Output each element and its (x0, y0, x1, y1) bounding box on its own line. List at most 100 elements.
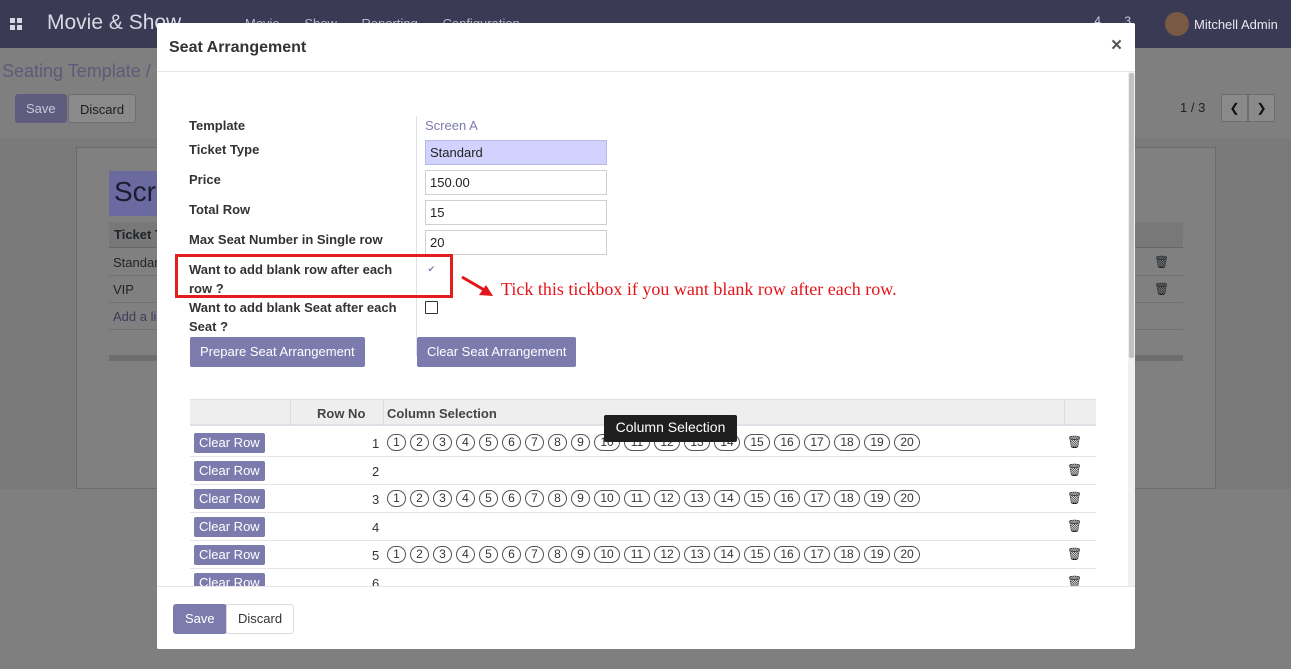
table-row[interactable]: Clear Row 2 🗑 (190, 457, 1096, 485)
seat-button[interactable]: 4 (456, 490, 475, 507)
row-number: 4 (372, 520, 380, 535)
trash-icon[interactable]: 🗑 (1067, 463, 1082, 477)
seat-button[interactable]: 7 (525, 490, 544, 507)
seat-button[interactable]: 20 (894, 546, 920, 563)
seat-button[interactable]: 15 (744, 434, 770, 451)
seat-button[interactable]: 5 (479, 490, 498, 507)
seat-button[interactable]: 1 (387, 546, 406, 563)
add-line-link[interactable]: Add a li (113, 309, 156, 324)
bg-discard-button[interactable]: Discard (68, 94, 137, 123)
trash-icon[interactable]: 🗑 (1067, 519, 1082, 533)
ticket-type-select[interactable]: Standard (425, 140, 607, 165)
seat-button[interactable]: 13 (684, 490, 710, 507)
seat-button[interactable]: 3 (433, 434, 452, 451)
trash-icon[interactable]: 🗑 (1154, 282, 1169, 296)
seat-button[interactable]: 2 (410, 546, 429, 563)
seat-button[interactable]: 10 (594, 490, 620, 507)
trash-icon[interactable]: 🗑 (1154, 255, 1169, 269)
seat-button[interactable]: 14 (714, 490, 740, 507)
seat-button[interactable]: 17 (804, 546, 830, 563)
seat-button[interactable]: 1 (387, 434, 406, 451)
seat-button[interactable]: 10 (594, 546, 620, 563)
seat-button[interactable]: 15 (744, 546, 770, 563)
seat-button[interactable]: 3 (433, 546, 452, 563)
seat-button[interactable]: 20 (894, 490, 920, 507)
seat-button[interactable]: 4 (456, 434, 475, 451)
seat-button[interactable]: 20 (894, 434, 920, 451)
seat-button[interactable]: 14 (714, 546, 740, 563)
close-icon[interactable]: × (1111, 35, 1122, 57)
clear-row-button[interactable]: Clear Row (194, 545, 265, 565)
seat-button[interactable]: 16 (774, 546, 800, 563)
price-input[interactable]: 150.00 (425, 170, 607, 195)
seat-button[interactable]: 17 (804, 434, 830, 451)
prepare-seat-arrangement-button[interactable]: Prepare Seat Arrangement (190, 337, 365, 367)
trash-icon[interactable]: 🗑 (1067, 435, 1082, 449)
trash-icon[interactable]: 🗑 (1067, 547, 1082, 561)
header-divider (383, 400, 384, 426)
seat-button[interactable]: 7 (525, 434, 544, 451)
seat-button[interactable]: 19 (864, 546, 890, 563)
seat-button[interactable]: 1 (387, 490, 406, 507)
seat-button[interactable]: 4 (456, 546, 475, 563)
blank-seat-checkbox[interactable] (425, 301, 438, 314)
save-button[interactable]: Save (173, 604, 227, 634)
seat-button[interactable]: 16 (774, 490, 800, 507)
seat-button[interactable]: 6 (502, 434, 521, 451)
pager-next-icon[interactable]: ❯ (1248, 94, 1275, 122)
discard-button[interactable]: Discard (226, 604, 295, 634)
seat-button[interactable]: 2 (410, 434, 429, 451)
clear-row-button[interactable]: Clear Row (194, 461, 265, 481)
clear-row-button[interactable]: Clear Row (194, 517, 265, 537)
seat-button[interactable]: 18 (834, 490, 860, 507)
header-divider (1064, 400, 1065, 426)
seat-button[interactable]: 6 (502, 546, 521, 563)
bg-save-button[interactable]: Save (15, 94, 67, 123)
clear-row-button[interactable]: Clear Row (194, 489, 265, 509)
seat-button[interactable]: 9 (571, 490, 590, 507)
seat-button[interactable]: 17 (804, 490, 830, 507)
seat-button[interactable]: 12 (654, 490, 680, 507)
table-row[interactable]: Clear Row 3 1 2 3 4 5 6 7 8 9 10 11 12 13 14 15 16 17 18 19 2… (190, 485, 1096, 513)
total-row-input[interactable]: 15 (425, 200, 607, 225)
col-header-row-no[interactable]: Row No (317, 406, 365, 421)
clear-row-button[interactable]: Clear Row (194, 433, 265, 453)
table-row[interactable]: Clear Row 5 1 2 3 4 5 6 7 8 9 10 11 12 13 14 15 16 17 18 19 2… (190, 541, 1096, 569)
seat-button[interactable]: 2 (410, 490, 429, 507)
dialog-title: Seat Arrangement (169, 39, 307, 56)
seat-button[interactable]: 11 (624, 546, 650, 563)
seat-button[interactable]: 19 (864, 434, 890, 451)
seat-button[interactable]: 19 (864, 490, 890, 507)
apps-grid-icon[interactable] (10, 18, 22, 30)
seat-button[interactable]: 12 (654, 546, 680, 563)
max-seat-input[interactable]: 20 (425, 230, 607, 255)
seat-button[interactable]: 18 (834, 546, 860, 563)
template-link[interactable]: Screen A (425, 118, 478, 133)
seat-button[interactable]: 18 (834, 434, 860, 451)
avatar[interactable] (1165, 12, 1189, 36)
table-row[interactable]: Clear Row 4 🗑 (190, 513, 1096, 541)
seat-button[interactable]: 9 (571, 546, 590, 563)
seat-button[interactable]: 9 (571, 434, 590, 451)
seat-button[interactable]: 8 (548, 546, 567, 563)
seat-button[interactable]: 5 (479, 546, 498, 563)
seat-button[interactable]: 7 (525, 546, 544, 563)
user-name[interactable]: Mitchell Admin (1194, 17, 1278, 32)
col-header-column-selection[interactable]: Column Selection (387, 406, 497, 421)
row-number: 5 (372, 548, 380, 563)
clear-seat-arrangement-button[interactable]: Clear Seat Arrangement (417, 337, 577, 367)
seat-button[interactable]: 8 (548, 490, 567, 507)
trash-icon[interactable]: 🗑 (1067, 491, 1082, 505)
annotation-highlight-box (175, 254, 453, 298)
seat-button[interactable]: 15 (744, 490, 770, 507)
seat-button[interactable]: 3 (433, 490, 452, 507)
pager-prev-icon[interactable]: ❮ (1221, 94, 1248, 122)
seat-button[interactable]: 16 (774, 434, 800, 451)
seat-button[interactable]: 5 (479, 434, 498, 451)
seat-button[interactable]: 11 (624, 490, 650, 507)
seat-button[interactable]: 8 (548, 434, 567, 451)
seat-button[interactable]: 6 (502, 490, 521, 507)
breadcrumb[interactable]: Seating Template / (2, 61, 151, 82)
scrollbar-thumb[interactable] (1129, 73, 1134, 358)
seat-button[interactable]: 13 (684, 546, 710, 563)
